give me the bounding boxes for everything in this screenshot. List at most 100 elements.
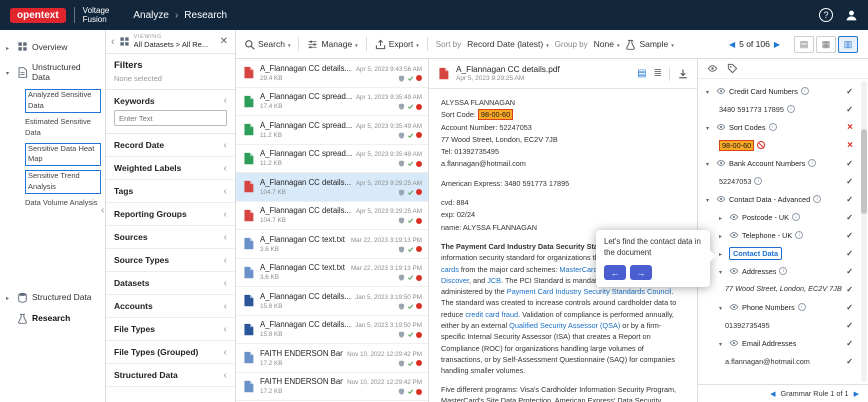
entity-group-email-addresses[interactable]: Email Addresses xyxy=(698,334,868,352)
sidebar-item-analyzed-sensitive-data[interactable]: Analyzed Sensitive Data xyxy=(0,87,105,115)
entity-value[interactable]: 3480 591773 17895 xyxy=(698,100,868,118)
grid-view-button[interactable] xyxy=(816,35,836,53)
entity-group-addresses[interactable]: Addresses xyxy=(698,262,868,280)
chevron-right-icon[interactable] xyxy=(719,249,726,258)
sidebar-item-estimated-sensitive-data[interactable]: Estimated Sensitive Data xyxy=(0,115,105,141)
accept-check-icon[interactable] xyxy=(846,231,853,240)
list-view-button[interactable] xyxy=(794,35,814,53)
chevron-right-icon[interactable] xyxy=(6,42,13,52)
eye-icon[interactable] xyxy=(729,338,739,348)
collapse-filters-icon[interactable] xyxy=(101,205,104,216)
sample-button[interactable]: Sample xyxy=(625,39,673,50)
chevron-right-icon[interactable] xyxy=(6,292,13,302)
export-button[interactable]: Export xyxy=(375,39,419,50)
accept-check-icon[interactable] xyxy=(846,357,853,366)
eye-icon[interactable] xyxy=(716,86,726,96)
sidebar-item-structured-data[interactable]: Structured Data xyxy=(0,287,105,308)
info-icon[interactable] xyxy=(754,177,763,185)
info-icon[interactable] xyxy=(813,195,822,203)
chevron-down-icon[interactable] xyxy=(706,87,713,96)
chevron-down-icon[interactable] xyxy=(719,339,726,348)
eye-icon[interactable] xyxy=(729,230,739,240)
doc-link[interactable]: JCB xyxy=(487,276,501,285)
sidebar-item-overview[interactable]: Overview xyxy=(0,36,105,57)
chevron-down-icon[interactable] xyxy=(706,123,713,132)
doc-link[interactable]: Payment Card Industry Security Standards… xyxy=(507,287,672,296)
filter-section-sources[interactable]: Sources xyxy=(106,226,235,249)
file-row[interactable]: A_Flannagan CC details... Jan 5, 2023 3:1… xyxy=(236,287,428,316)
chevron-down-icon[interactable] xyxy=(719,267,726,276)
file-row-selected[interactable]: A_Flannagan CC details... Apr 5, 2023 9:2… xyxy=(236,173,428,202)
info-icon[interactable] xyxy=(808,159,817,167)
info-icon[interactable] xyxy=(779,267,788,275)
menu-research[interactable]: Research xyxy=(184,10,227,21)
scrollbar-thumb[interactable] xyxy=(861,129,867,214)
chevron-down-icon[interactable] xyxy=(706,159,713,168)
entity-group-contact-data-tour-target[interactable]: Contact Data xyxy=(698,244,868,262)
entity-value[interactable]: 01392735495 xyxy=(698,316,868,334)
doc-link[interactable]: Discover xyxy=(441,276,469,285)
collapse-chevron-icon[interactable] xyxy=(224,95,227,106)
accept-check-icon[interactable] xyxy=(846,177,853,186)
entity-value[interactable]: a.flannagan@hotmail.com xyxy=(698,352,868,370)
user-icon[interactable] xyxy=(845,9,858,22)
filter-section-record-date[interactable]: Record Date xyxy=(106,134,235,157)
doc-link[interactable]: MasterCard xyxy=(559,265,597,274)
accept-check-icon[interactable] xyxy=(846,195,853,204)
next-rule-icon[interactable] xyxy=(854,389,859,398)
accept-check-icon[interactable] xyxy=(846,159,853,168)
doc-link[interactable]: Qualified Security Assessor (QSA) xyxy=(509,321,620,330)
sort-code-highlight[interactable]: 98-00-60 xyxy=(719,139,755,151)
accept-check-icon[interactable] xyxy=(846,285,853,294)
file-row[interactable]: FAITH ENDERSON Ban... Nov 10, 2022 12:29:… xyxy=(236,373,428,401)
tour-back-button[interactable]: ← xyxy=(604,265,626,281)
file-row[interactable]: A_Flannagan CC text.txt Mar 22, 2023 3:19… xyxy=(236,259,428,287)
sidebar-item-sensitive-trend-analysis[interactable]: Sensitive Trend Analysis xyxy=(0,168,105,196)
sidebar-item-data-volume-analysis[interactable]: Data Volume Analysis xyxy=(0,196,105,211)
entity-group-sort-codes[interactable]: Sort Codes xyxy=(698,118,868,136)
manage-button[interactable]: Manage xyxy=(307,39,357,50)
reject-x-icon[interactable] xyxy=(847,122,853,133)
entity-group-contact-data-advanced[interactable]: Contact Data - Advanced xyxy=(698,190,868,208)
filter-section-tags[interactable]: Tags xyxy=(106,180,235,203)
file-row[interactable]: A_Flannagan CC spread... Apr 1, 2023 9:35… xyxy=(236,88,428,116)
entity-group-postcode-uk[interactable]: Postcode - UK xyxy=(698,208,868,226)
file-row[interactable]: A_Flannagan CC details... Apr 5, 2023 9:2… xyxy=(236,202,428,230)
chevron-right-icon[interactable] xyxy=(719,231,726,240)
search-button[interactable]: Search xyxy=(244,39,290,50)
chevron-down-icon[interactable] xyxy=(6,67,13,77)
eye-icon[interactable] xyxy=(729,266,739,276)
info-icon[interactable] xyxy=(792,213,801,221)
menu-analyze[interactable]: Analyze xyxy=(133,10,169,21)
sort-code-highlight[interactable]: 98-00-60 xyxy=(477,109,514,121)
accept-check-icon[interactable] xyxy=(846,267,853,276)
file-row[interactable]: A_Flannagan CC details... Jan 5, 2023 3:1… xyxy=(236,316,428,344)
sort-by-select[interactable]: Record Date (latest) xyxy=(467,39,549,49)
next-page-icon[interactable] xyxy=(774,39,780,49)
info-icon[interactable] xyxy=(795,231,804,239)
filter-section-file-types[interactable]: File Types xyxy=(106,318,235,341)
accept-check-icon[interactable] xyxy=(846,105,853,114)
chevron-down-icon[interactable] xyxy=(706,195,713,204)
chevron-right-icon[interactable] xyxy=(719,213,726,222)
tag-icon[interactable] xyxy=(727,63,738,74)
accept-check-icon[interactable] xyxy=(846,321,853,330)
previous-rule-icon[interactable] xyxy=(770,389,775,398)
filter-section-accounts[interactable]: Accounts xyxy=(106,295,235,318)
filter-section-datasets[interactable]: Datasets xyxy=(106,272,235,295)
file-row[interactable]: A_Flannagan CC text.txt Mar 22, 2023 3:19… xyxy=(236,230,428,259)
filter-section-reporting-groups[interactable]: Reporting Groups xyxy=(106,203,235,226)
entity-group-phone-numbers[interactable]: Phone Numbers xyxy=(698,298,868,316)
accept-check-icon[interactable] xyxy=(846,213,853,222)
filter-section-weighted-labels[interactable]: Weighted Labels xyxy=(106,157,235,180)
keywords-title[interactable]: Keywords xyxy=(114,96,155,106)
sidebar-item-unstructured-data[interactable]: Unstructured Data xyxy=(0,57,105,87)
filter-section-structured-data[interactable]: Structured Data xyxy=(106,364,235,387)
entity-group-credit-card-numbers[interactable]: Credit Card Numbers xyxy=(698,82,868,100)
eye-icon[interactable] xyxy=(729,212,739,222)
highlight-view-icon[interactable] xyxy=(637,68,646,79)
eye-icon[interactable] xyxy=(716,194,726,204)
sidebar-item-sensitive-data-heat-map[interactable]: Sensitive Data Heat Map xyxy=(0,141,105,169)
eye-icon[interactable] xyxy=(707,63,718,74)
file-row[interactable]: A_Flannagan CC spread... Apr 5, 2023 9:35… xyxy=(236,145,428,173)
